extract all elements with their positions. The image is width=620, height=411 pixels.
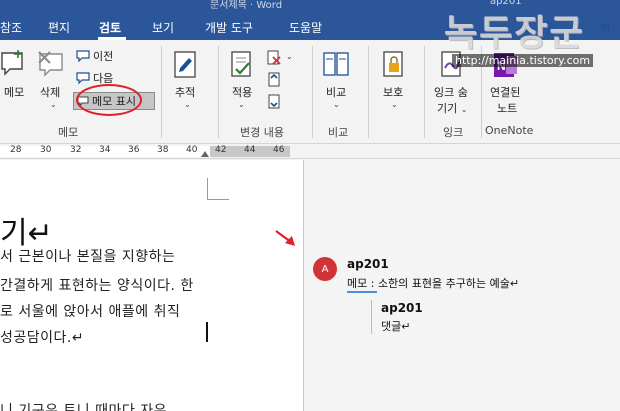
previous-icon [76,50,90,62]
tab-review[interactable]: 검토 [99,19,121,36]
hide-ink-text-2: 기기 [437,102,458,115]
ruler-tick: 46 [273,145,285,155]
reply-author: ap201 [381,301,423,315]
reject-change-icon[interactable] [266,50,282,66]
next-change-icon[interactable] [266,94,282,110]
document-line: 로 서울에 앉아서 애플에 취직 [0,304,181,320]
chevron-down-icon[interactable]: ⌄ [238,100,245,109]
ruler-tick: 44 [244,145,256,155]
ruler-tick: 32 [70,145,82,155]
document-line: 니 기구유 트니 때마다 자유 [0,403,167,411]
tab-help[interactable]: 도움말 [289,19,322,36]
group-label-compare: 비교 [328,126,349,139]
prev-comment-button[interactable]: 이전 [76,48,113,64]
group-divider [218,46,219,138]
group-label-onenote: OneNote [485,124,534,137]
chevron-down-icon: ⌄ [460,105,468,114]
linked-notes-label-2[interactable]: 노트 [497,100,517,116]
watermark-title: 녹두장군 [444,12,585,54]
ruler-tick: 42 [215,145,227,155]
reply-thread-line [371,300,372,334]
comment-anchor-underline [347,291,377,293]
protect-label[interactable]: 보호 [383,84,403,100]
group-divider [312,46,313,138]
delete-comment-icon[interactable] [36,50,66,80]
comment-text[interactable]: 메모 : 소한의 표현을 추구하는 예술↵ [347,275,519,291]
ruler-tick: 30 [40,145,52,155]
group-label-changes: 변경 내용 [240,126,284,139]
document-line: 서 근본이나 본질을 지향하는 [0,249,176,265]
ruler-tick: 36 [128,145,140,155]
window-title: 문서제목 · Word [210,0,283,11]
chevron-down-icon[interactable]: ⌄ [50,100,57,109]
text-cursor [206,322,208,342]
compare-icon[interactable] [322,50,350,80]
prev-label: 이전 [93,50,114,63]
comment-author: ap201 [347,257,389,271]
compare-label[interactable]: 비교 [326,84,346,100]
linked-notes-label-1[interactable]: 연결된 [490,84,520,100]
hide-ink-label-1[interactable]: 잉크 숨 [434,84,468,100]
chevron-down-icon[interactable]: ⌄ [391,100,398,109]
ruler-tick: 38 [157,145,169,155]
tab-developer[interactable]: 개발 도구 [205,19,253,36]
watermark-url: http://mainia.tistory.com [452,54,594,67]
next-icon [76,72,90,84]
reply-text[interactable]: 댓글↵ [381,318,410,334]
new-comment-icon[interactable] [0,50,26,80]
avatar: A [313,257,337,281]
group-divider [368,46,369,138]
document-line: 성공담이다.↵ [0,330,85,346]
previous-change-icon[interactable] [266,72,282,88]
document-line: 간결하게 표현하는 양식이다. 한 [0,278,194,294]
chevron-down-icon[interactable]: ⌄ [333,100,340,109]
ruler-tick: 28 [10,145,22,155]
hide-ink-label-2[interactable]: 기기 ⌄ [437,100,467,116]
comments-button[interactable]: 메 [600,20,610,36]
highlight-circle [76,84,142,116]
chevron-down-icon[interactable]: ⌄ [184,100,191,109]
group-divider [161,46,162,138]
accept-change-icon[interactable] [228,50,256,80]
delete-comment-label[interactable]: 삭제 [40,84,60,100]
document-page[interactable]: 기↵ 서 근본이나 본질을 지향하는 간결하게 표현하는 양식이다. 한 로 서… [0,160,304,411]
lock-icon[interactable] [380,50,408,80]
indent-marker[interactable] [201,151,209,157]
margin-crop-mark [207,178,229,200]
ruler-tick: 34 [99,145,111,155]
chevron-down-icon[interactable]: ⌄ [286,52,293,61]
group-label-ink: 잉크 [443,126,464,139]
new-comment-label[interactable]: 메모 [4,84,24,100]
tab-mailings[interactable]: 편지 [48,19,70,36]
group-divider [424,46,425,138]
group-label-memo: 메모 [58,126,79,139]
tab-view[interactable]: 보기 [152,19,174,36]
arrow-icon [275,230,295,246]
track-changes-icon[interactable] [172,50,200,80]
tab-references[interactable]: 참조 [0,19,22,36]
ruler-tick: 40 [186,145,198,155]
delete-text: 삭제 [40,86,61,99]
track-changes-label[interactable]: 추적 [175,84,195,100]
accept-label[interactable]: 적용 [232,84,252,100]
horizontal-ruler[interactable]: 28 30 32 34 36 38 40 42 44 46 [0,144,620,159]
